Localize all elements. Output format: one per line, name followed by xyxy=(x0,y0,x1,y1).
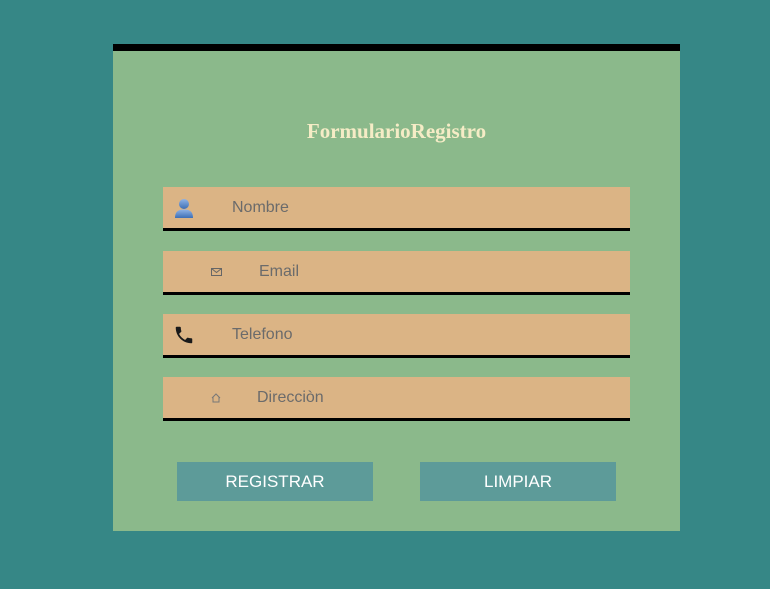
home-icon xyxy=(207,377,225,418)
name-field-wrapper xyxy=(163,187,630,231)
name-input[interactable] xyxy=(232,187,612,228)
address-field-wrapper xyxy=(163,377,637,421)
address-input[interactable] xyxy=(257,377,637,418)
registration-form: FormularioRegistro Nombre Email Telefono… xyxy=(113,44,680,531)
register-button[interactable]: REGISTRAR xyxy=(177,462,373,501)
envelope-icon xyxy=(207,251,225,292)
clear-button[interactable]: LIMPIAR xyxy=(420,462,616,501)
form-title: FormularioRegistro xyxy=(306,119,487,143)
phone-field-wrapper xyxy=(163,314,630,358)
phone-input[interactable] xyxy=(232,314,612,355)
phone-icon xyxy=(171,314,197,355)
email-field-wrapper xyxy=(163,251,639,295)
email-input[interactable] xyxy=(259,251,639,292)
user-icon xyxy=(171,187,197,228)
